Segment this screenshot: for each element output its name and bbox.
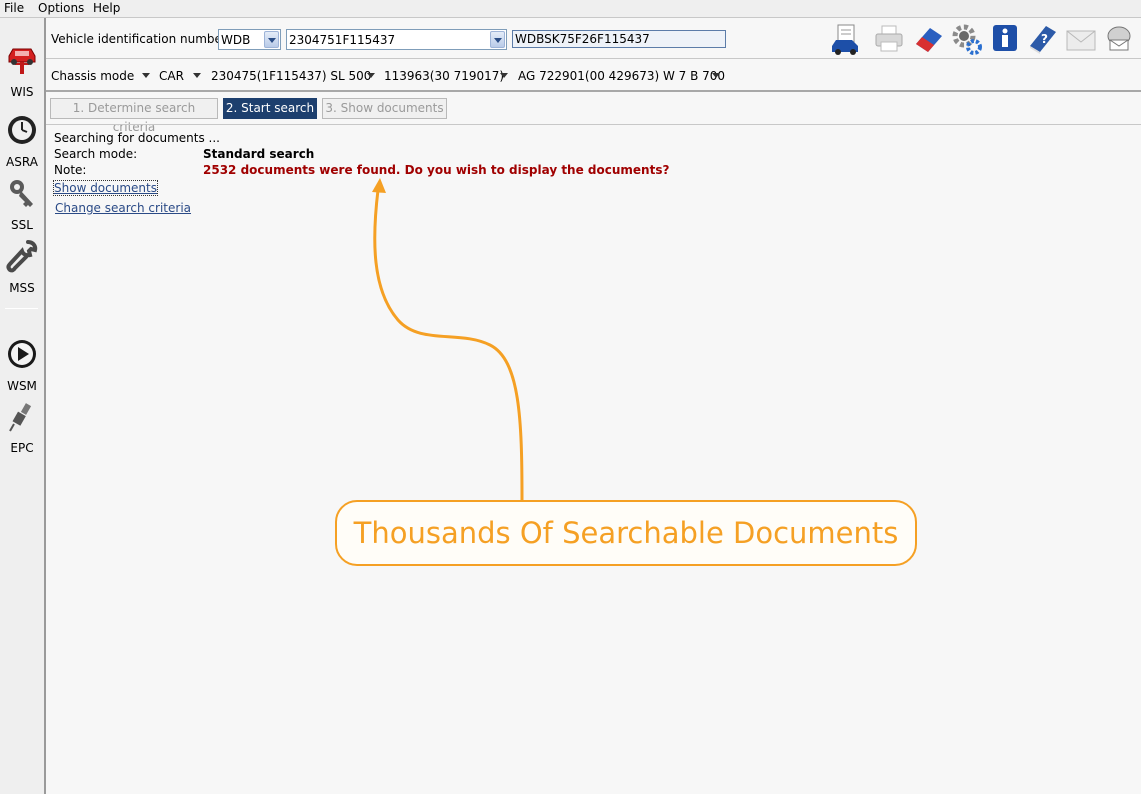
callout-text: Thousands Of Searchable Documents (353, 516, 899, 550)
callout-box: Thousands Of Searchable Documents (335, 500, 917, 566)
callout-arrow (372, 178, 524, 502)
